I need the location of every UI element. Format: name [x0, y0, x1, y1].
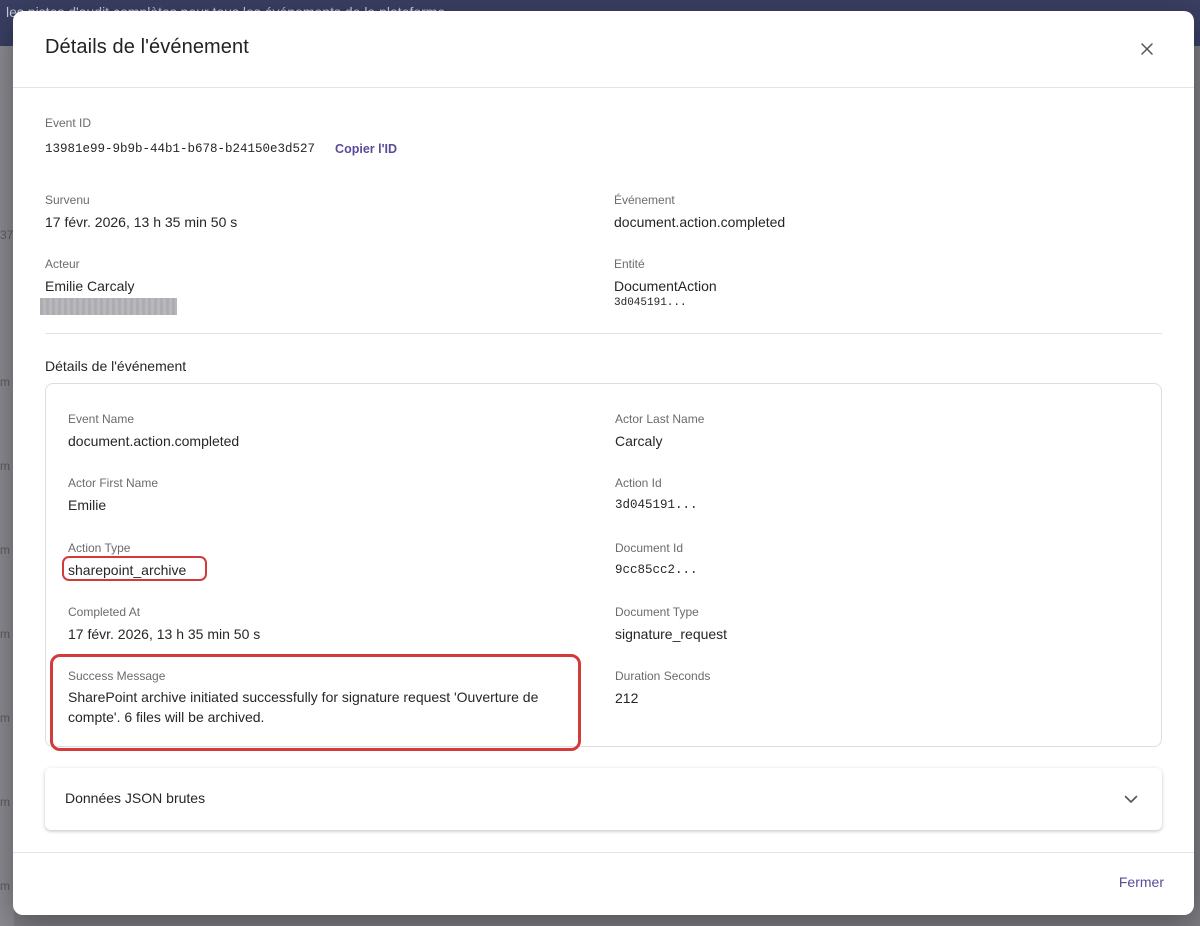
- event-id-value: 13981e99-9b9b-44b1-b678-b24150e3d527: [45, 142, 316, 156]
- detail-label: Document Type: [615, 605, 699, 619]
- detail-field: Event Name document.action.completed: [68, 412, 239, 450]
- background-fragment: m: [0, 543, 10, 557]
- entity-id-value: 3d045191...: [614, 297, 687, 309]
- chevron-down-icon: [1122, 790, 1140, 808]
- background-fragment: m: [0, 375, 10, 389]
- detail-label: Action Id: [615, 476, 662, 490]
- background-fragment: 37: [0, 228, 14, 242]
- detail-field: Document Id 9cc85cc2...: [615, 541, 698, 579]
- copy-id-button[interactable]: Copier l'ID: [335, 142, 397, 156]
- event-id-label: Event ID: [45, 116, 92, 130]
- detail-value: document.action.completed: [68, 433, 240, 449]
- occurred-label: Survenu: [45, 193, 90, 207]
- occurred-field: Survenu 17 févr. 2026, 13 h 35 min 50 s: [45, 193, 237, 231]
- event-id-section: Event ID 13981e99-9b9b-44b1-b678-b24150e…: [45, 116, 397, 156]
- actor-value: Emilie Carcaly: [45, 278, 135, 294]
- detail-label: Completed At: [68, 605, 141, 619]
- event-value: document.action.completed: [614, 214, 786, 230]
- entity-field: Entité DocumentAction 3d045191...: [614, 257, 717, 309]
- detail-value: 3d045191...: [615, 498, 698, 512]
- detail-label: Actor Last Name: [615, 412, 705, 426]
- highlight-annotation: [62, 556, 207, 581]
- background-fragment: m: [0, 795, 10, 809]
- detail-value: signature_request: [615, 626, 728, 642]
- detail-label: Event Name: [68, 412, 135, 426]
- redacted-actor-email: [40, 298, 177, 315]
- detail-value: 212: [615, 690, 639, 706]
- background-fragment: m: [0, 711, 10, 725]
- event-field: Événement document.action.completed: [614, 193, 785, 231]
- modal-title: Détails de l'événement: [45, 36, 249, 58]
- detail-field: Actor First Name Emilie: [68, 476, 158, 514]
- details-section-title: Détails de l'événement: [45, 358, 187, 374]
- detail-label: Actor First Name: [68, 476, 159, 490]
- detail-value: Carcaly: [615, 433, 663, 449]
- occurred-value: 17 févr. 2026, 13 h 35 min 50 s: [45, 214, 238, 230]
- highlight-annotation: [50, 654, 581, 751]
- close-icon: [1141, 43, 1153, 55]
- detail-value: 9cc85cc2...: [615, 563, 698, 577]
- detail-field: Action Id 3d045191...: [615, 476, 698, 514]
- close-footer-button[interactable]: Fermer: [1119, 874, 1164, 890]
- event-label: Événement: [614, 193, 675, 207]
- detail-label: Document Id: [615, 541, 684, 555]
- detail-value: Emilie: [68, 497, 107, 513]
- detail-value: 17 févr. 2026, 13 h 35 min 50 s: [68, 626, 261, 642]
- detail-label: Action Type: [68, 541, 131, 555]
- event-details-modal: Détails de l'événement Event ID 13981e99…: [13, 11, 1194, 915]
- background-fragment: m: [0, 879, 10, 893]
- detail-label: Duration Seconds: [615, 669, 711, 683]
- entity-value: DocumentAction: [614, 278, 717, 294]
- detail-field: Duration Seconds 212: [615, 669, 710, 707]
- event-details-card: Event Name document.action.completed Act…: [45, 383, 1162, 751]
- background-fragment: m: [0, 627, 10, 641]
- raw-json-title: Données JSON brutes: [65, 790, 206, 806]
- detail-field: Completed At 17 févr. 2026, 13 h 35 min …: [68, 605, 260, 643]
- raw-json-accordion[interactable]: Données JSON brutes: [45, 768, 1162, 830]
- modal-footer: Fermer: [13, 852, 1194, 915]
- background-fragment: m: [0, 459, 10, 473]
- entity-label: Entité: [614, 257, 645, 271]
- section-divider: [45, 333, 1162, 334]
- detail-field: Actor Last Name Carcaly: [615, 412, 704, 450]
- background-left-strip: [0, 46, 14, 926]
- event-id-row: 13981e99-9b9b-44b1-b678-b24150e3d527 Cop…: [45, 142, 397, 156]
- close-button[interactable]: [1136, 38, 1158, 60]
- detail-field: Document Type signature_request: [615, 605, 727, 643]
- actor-field: Acteur Emilie Carcaly: [45, 257, 134, 295]
- modal-header: Détails de l'événement: [13, 11, 1194, 88]
- actor-label: Acteur: [45, 257, 80, 271]
